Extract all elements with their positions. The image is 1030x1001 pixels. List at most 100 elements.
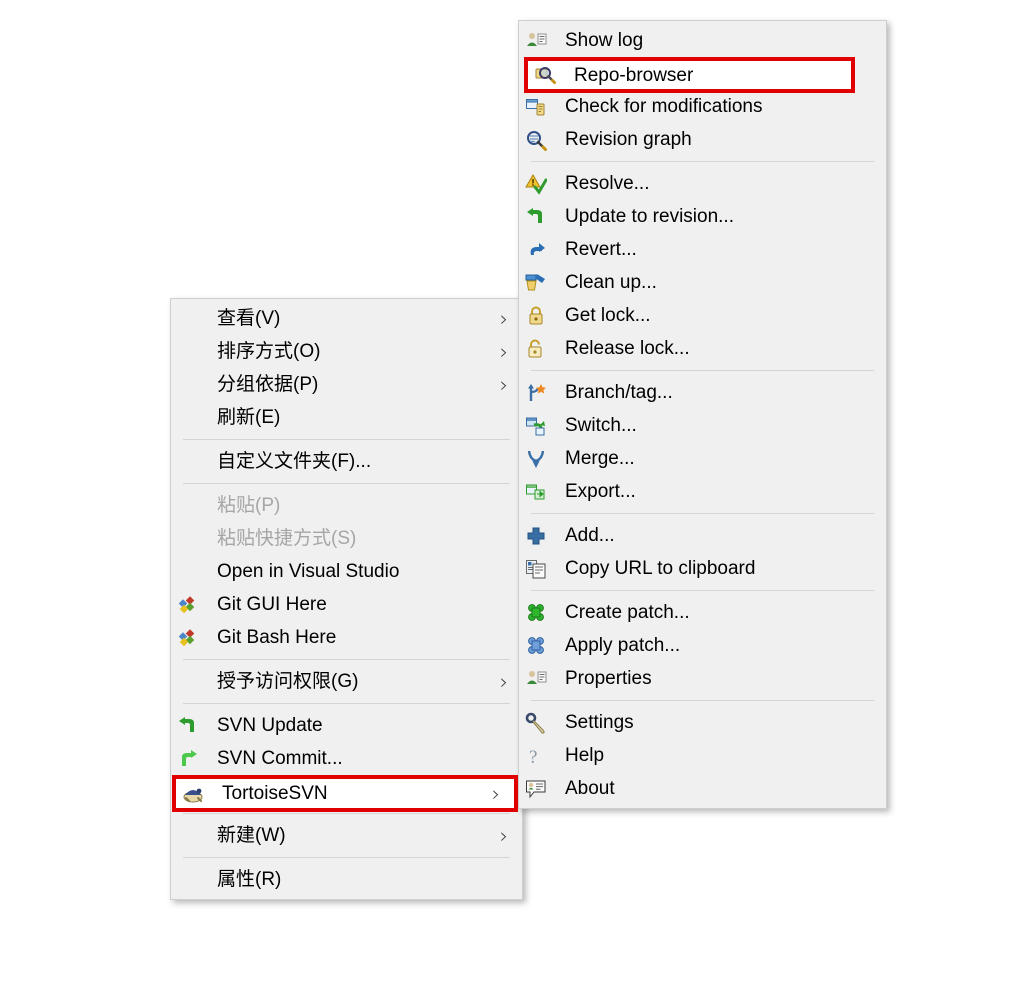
chevron-right-icon: › [499,669,509,694]
switch-icon [525,415,551,437]
highlight-tortoisesvn-item[interactable]: TortoiseSVN › [172,775,518,812]
menu-item-f[interactable]: 自定义文件夹(F)... [171,445,522,478]
svn-commit-icon [177,748,203,770]
no-icon [177,825,203,847]
svg-text:?: ? [529,747,537,767]
settings-icon [525,712,551,734]
chevron-right-icon: › [499,372,509,397]
menu-item-open-in-visual-studio[interactable]: Open in Visual Studio [171,555,522,588]
menu-item-label: Create patch... [565,602,690,623]
highlight-tortoisesvn-label: TortoiseSVN [222,783,328,804]
menu-item-label: 新建(W) [217,825,286,846]
menu-item-label: SVN Commit... [217,748,343,769]
chevron-right-icon: › [499,823,509,848]
menu-item-label: 授予访问权限(G) [217,671,359,692]
menu-item-label: 查看(V) [217,308,281,329]
no-icon [177,495,203,517]
menu-item-create-patch[interactable]: Create patch... [519,596,886,629]
no-icon [177,451,203,473]
menu-item-export[interactable]: Export... [519,475,886,508]
release-lock-icon [525,338,551,360]
menu-item-label: Check for modifications [565,96,763,117]
menu-separator [183,659,510,660]
menu-separator [183,813,510,814]
menu-item-label: Switch... [565,415,637,436]
menu-item-help[interactable]: ? Help [519,739,886,772]
menu-item-settings[interactable]: Settings [519,706,886,739]
check-modifications-icon [525,96,551,118]
menu-item-w[interactable]: 新建(W) › [171,819,522,852]
menu-item-revert[interactable]: Revert... [519,233,886,266]
menu-separator [531,590,874,591]
menu-item-s: 粘贴快捷方式(S) [171,522,522,555]
menu-item-update-to-revision[interactable]: Update to revision... [519,200,886,233]
menu-item-e[interactable]: 刷新(E) [171,401,522,434]
highlight-repo-browser-item[interactable]: Repo-browser [524,57,855,93]
highlight-repo-browser-label: Repo-browser [574,64,694,86]
menu-item-about[interactable]: About [519,772,886,805]
menu-item-label: Branch/tag... [565,382,673,403]
menu-item-add[interactable]: Add... [519,519,886,552]
menu-item-svn-commit[interactable]: SVN Commit... [171,742,522,775]
menu-item-get-lock[interactable]: Get lock... [519,299,886,332]
menu-item-label: Git Bash Here [217,627,337,648]
svn-update-icon [177,715,203,737]
menu-separator [531,513,874,514]
show-log-icon [525,30,551,52]
menu-item-show-log[interactable]: Show log [519,24,886,57]
menu-item-label: Get lock... [565,305,651,326]
revert-icon [525,239,551,261]
menu-item-branch-tag[interactable]: Branch/tag... [519,376,886,409]
menu-item-label: Revision graph [565,129,692,150]
menu-item-copy-url-to-clipboard[interactable]: Copy URL to clipboard [519,552,886,585]
menu-item-label: Open in Visual Studio [217,561,400,582]
menu-item-label: 排序方式(O) [217,341,321,362]
menu-separator [531,700,874,701]
menu-item-r[interactable]: 属性(R) [171,863,522,896]
menu-item-properties[interactable]: Properties [519,662,886,695]
menu-item-label: SVN Update [217,715,323,736]
chevron-right-icon: › [499,306,509,331]
get-lock-icon [525,305,551,327]
menu-item-p: 粘贴(P) [171,489,522,522]
tortoise-icon [182,783,208,805]
menu-item-v[interactable]: 查看(V) › [171,302,522,335]
about-icon [525,778,551,800]
no-icon [177,869,203,891]
menu-item-label: 自定义文件夹(F)... [217,451,372,472]
cleanup-icon [525,272,551,294]
menu-item-label: Revert... [565,239,637,260]
no-icon [177,671,203,693]
menu-item-clean-up[interactable]: Clean up... [519,266,886,299]
menu-item-git-bash-here[interactable]: Git Bash Here [171,621,522,654]
menu-item-p[interactable]: 分组依据(P) › [171,368,522,401]
menu-separator [183,483,510,484]
update-revision-icon [525,206,551,228]
menu-item-svn-update[interactable]: SVN Update [171,709,522,742]
properties-icon [525,668,551,690]
branch-tag-icon [525,382,551,404]
menu-separator [183,857,510,858]
menu-item-git-gui-here[interactable]: Git GUI Here [171,588,522,621]
menu-item-revision-graph[interactable]: Revision graph [519,123,886,156]
menu-item-label: Apply patch... [565,635,681,656]
no-icon [177,407,203,429]
menu-item-merge[interactable]: Merge... [519,442,886,475]
git-icon [177,627,203,649]
menu-item-label: Help [565,745,605,766]
tortoisesvn-submenu[interactable]: Show log Repo-browser Check for modificati… [518,20,887,809]
export-icon [525,481,551,503]
menu-item-label: Update to revision... [565,206,734,227]
menu-item-apply-patch[interactable]: Apply patch... [519,629,886,662]
menu-item-label: Copy URL to clipboard [565,558,756,579]
menu-item-release-lock[interactable]: Release lock... [519,332,886,365]
menu-item-o[interactable]: 排序方式(O) › [171,335,522,368]
menu-item-switch[interactable]: Switch... [519,409,886,442]
menu-item-resolve[interactable]: Resolve... [519,167,886,200]
chevron-right-icon: › [491,781,501,806]
revision-graph-icon [525,129,551,151]
no-icon [177,528,203,550]
menu-item-label: 粘贴快捷方式(S) [217,528,357,549]
menu-item-check-for-modifications[interactable]: Check for modifications [519,90,886,123]
menu-item-g[interactable]: 授予访问权限(G) › [171,665,522,698]
